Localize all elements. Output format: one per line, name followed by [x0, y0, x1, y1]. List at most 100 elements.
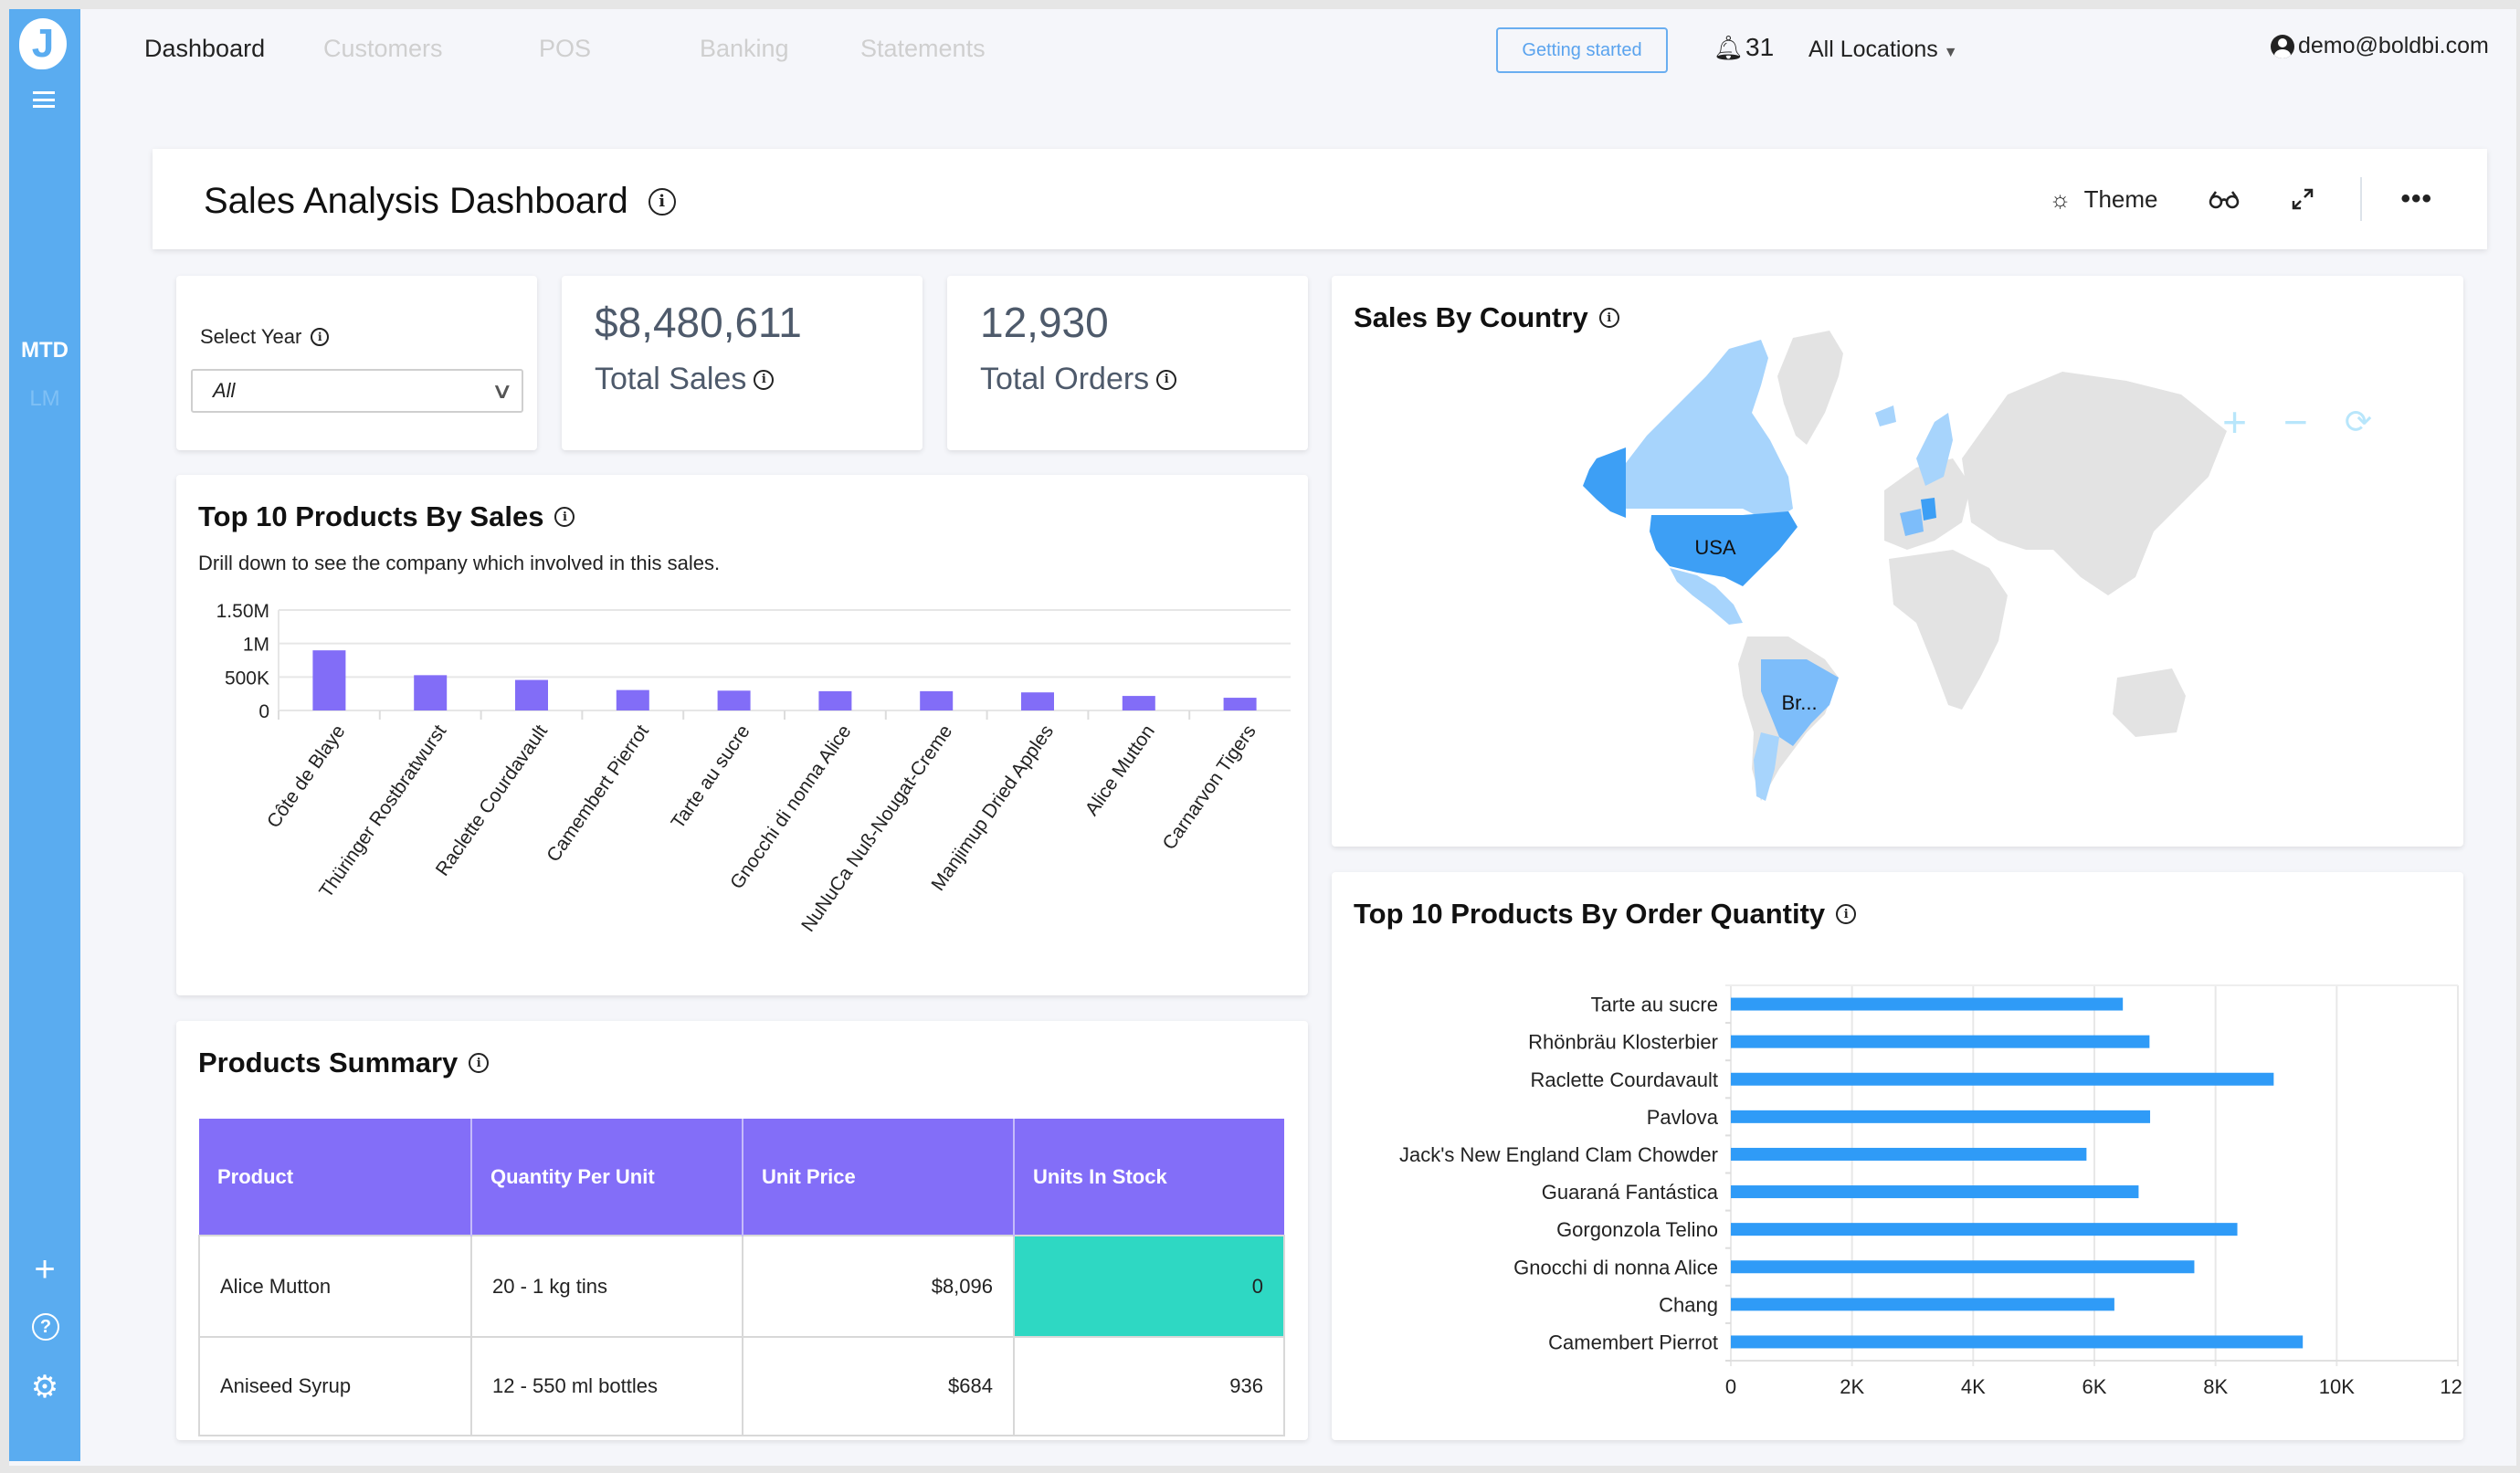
- location-label: All Locations: [1808, 37, 1938, 62]
- total-sales-value: $8,480,611: [595, 299, 802, 346]
- info-icon[interactable]: i: [648, 187, 676, 216]
- quantity-bar-chart: 0 2K 4K 6K 8K 10K 12K Tarte au sucre Rhönbräu Kl…: [1399, 984, 2463, 1398]
- menu-icon[interactable]: [33, 91, 55, 108]
- widget-title: Products Summary i: [198, 1047, 490, 1079]
- column-header-product[interactable]: Product: [199, 1119, 472, 1236]
- y-tick-label: Rhönbräu Klosterbier: [1528, 1031, 1718, 1054]
- nav-customers[interactable]: Customers: [323, 35, 539, 63]
- bar: [818, 690, 852, 710]
- sidebar-item-lm[interactable]: LM: [9, 386, 80, 412]
- theme-button[interactable]: ☼ Theme: [2050, 185, 2158, 214]
- x-tick-label: 6K: [2082, 1375, 2107, 1398]
- y-tick-label: Camembert Pierrot: [1548, 1331, 1718, 1353]
- bar: [1122, 696, 1155, 710]
- fullscreen-button[interactable]: [2291, 187, 2314, 211]
- table-row[interactable]: Aniseed Syrup 12 - 550 ml bottles $684 9…: [198, 1336, 1285, 1436]
- total-sales-label: Total Sales i: [595, 362, 775, 397]
- bar: [1021, 692, 1054, 710]
- sun-icon: ☼: [2049, 184, 2072, 213]
- products-summary-widget: Products Summary i Product Quantity Per …: [176, 1021, 1308, 1440]
- nav-dashboard[interactable]: Dashboard: [144, 35, 323, 63]
- info-icon[interactable]: i: [754, 369, 775, 390]
- sidebar-item-mtd[interactable]: MTD: [9, 338, 80, 363]
- column-header-units-in-stock[interactable]: Units In Stock: [1014, 1119, 1284, 1236]
- x-tick-label: Manjimup Dried Apples: [927, 721, 1058, 895]
- sales-bar-chart: 0500K1M1.50MCôte de BlayeThüringer Rostb…: [216, 601, 1291, 936]
- nav-pos[interactable]: POS: [539, 35, 700, 63]
- page-title: Sales Analysis Dashboard i: [204, 181, 676, 222]
- bell-icon: 🔔︎: [1713, 33, 1745, 61]
- map-region-germany[interactable]: [1921, 498, 1936, 521]
- map-region-asia[interactable]: [1962, 372, 2227, 595]
- chevron-down-icon: ∨: [490, 378, 514, 404]
- map-region-africa[interactable]: [1889, 550, 2008, 710]
- bar: [515, 679, 548, 710]
- top-products-by-sales-widget: Top 10 Products By Sales i Drill down to…: [176, 475, 1308, 995]
- y-tick-label: Pavlova: [1647, 1106, 1719, 1129]
- info-icon[interactable]: i: [311, 328, 330, 346]
- y-tick-label: Chang: [1659, 1293, 1718, 1316]
- map-region-australia[interactable]: [2113, 668, 2186, 737]
- year-select[interactable]: All ∨: [191, 369, 523, 413]
- bar: [1223, 698, 1257, 710]
- year-select-value: All: [213, 379, 236, 402]
- y-tick-label: Gorgonzola Telino: [1556, 1218, 1718, 1241]
- dashboard-header: Sales Analysis Dashboard i ☼ Theme •••: [153, 149, 2487, 249]
- map-label-brazil: Br...: [1781, 691, 1817, 714]
- x-tick-label: 8K: [2203, 1375, 2228, 1398]
- app-frame: J MTD LM + ? ⚙ Dashboard Customers POS B…: [9, 9, 2516, 1466]
- nav-banking[interactable]: Banking: [700, 35, 860, 63]
- cell-units-in-stock: 0: [1013, 1235, 1285, 1338]
- world-map[interactable]: USA Br...: [1332, 276, 2463, 847]
- map-region-canada[interactable]: [1626, 340, 1793, 522]
- x-tick-label: Raclette Courdavault: [432, 721, 552, 880]
- y-tick-label: Gnocchi di nonna Alice: [1513, 1256, 1718, 1278]
- map-label-usa: USA: [1694, 536, 1736, 559]
- x-tick-label: Tarte au sucre: [668, 721, 754, 833]
- user-icon: [2271, 34, 2294, 58]
- theme-label: Theme: [2083, 184, 2158, 213]
- column-header-quantity-per-unit[interactable]: Quantity Per Unit: [471, 1119, 743, 1236]
- gear-icon[interactable]: ⚙: [9, 1372, 80, 1403]
- help-icon[interactable]: ?: [32, 1313, 59, 1341]
- total-orders-label: Total Orders i: [980, 362, 1177, 397]
- plus-icon[interactable]: +: [9, 1251, 80, 1288]
- cell-unit-price: $684: [742, 1336, 1015, 1436]
- location-dropdown[interactable]: All Locations ▼: [1808, 37, 1958, 63]
- y-tick-label: 1M: [243, 635, 269, 656]
- notifications-button[interactable]: 🔔︎ 31: [1713, 33, 1774, 62]
- nav-statements[interactable]: Statements: [860, 35, 1043, 63]
- y-tick-label: Guaraná Fantástica: [1542, 1181, 1719, 1204]
- header-actions: ☼ Theme •••: [1998, 176, 2432, 222]
- x-tick-label: Carnarvon Tigers: [1158, 721, 1260, 854]
- bar: [1731, 997, 2124, 1011]
- info-icon[interactable]: i: [1156, 369, 1177, 390]
- column-header-unit-price[interactable]: Unit Price: [743, 1119, 1015, 1236]
- bar: [1731, 1147, 2087, 1161]
- bar: [616, 689, 649, 710]
- map-region-iceland[interactable]: [1875, 405, 1896, 426]
- info-icon[interactable]: i: [469, 1053, 490, 1073]
- more-options-icon[interactable]: •••: [2400, 184, 2432, 215]
- top-nav: Dashboard Customers POS Banking Statemen…: [144, 35, 1043, 63]
- filter-label: Select Year i: [200, 325, 330, 349]
- cell-quantity-per-unit: 20 - 1 kg tins: [470, 1235, 743, 1338]
- y-tick-label: Raclette Courdavault: [1531, 1068, 1718, 1091]
- user-email: demo@boldbi.com: [2298, 33, 2489, 58]
- map-region-alaska[interactable]: [1583, 447, 1626, 518]
- notifications-count: 31: [1745, 33, 1775, 61]
- x-tick-label: 10K: [2319, 1375, 2355, 1398]
- glasses-icon: [2209, 191, 2240, 209]
- user-menu[interactable]: demo@boldbi.com: [2271, 33, 2489, 59]
- products-table: Product Quantity Per Unit Unit Price Uni…: [198, 1119, 1285, 1436]
- app-logo[interactable]: J: [19, 18, 67, 69]
- page-title-text: Sales Analysis Dashboard: [204, 181, 628, 221]
- getting-started-button[interactable]: Getting started: [1496, 27, 1668, 73]
- bar: [1731, 1072, 2274, 1086]
- view-button[interactable]: [2209, 189, 2240, 209]
- cell-units-in-stock: 936: [1013, 1336, 1285, 1436]
- expand-icon: [2293, 188, 2314, 210]
- y-tick-label: Jack's New England Clam Chowder: [1399, 1143, 1718, 1166]
- map-region-greenland[interactable]: [1777, 331, 1843, 445]
- table-row[interactable]: Alice Mutton 20 - 1 kg tins $8,096 0: [198, 1235, 1285, 1338]
